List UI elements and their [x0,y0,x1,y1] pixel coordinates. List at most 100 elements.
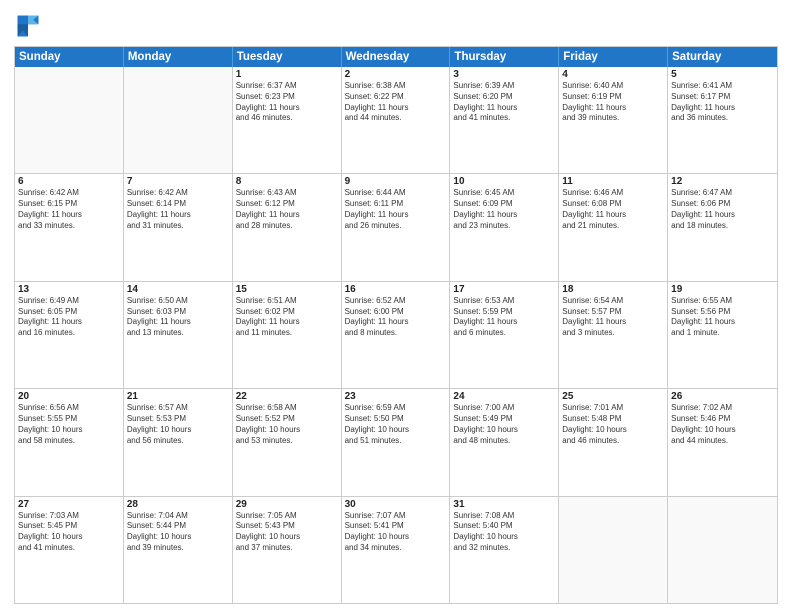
week-row-4: 20Sunrise: 6:56 AM Sunset: 5:55 PM Dayli… [15,388,777,495]
logo-icon [14,12,42,40]
day-cell-31: 31Sunrise: 7:08 AM Sunset: 5:40 PM Dayli… [450,497,559,603]
empty-cell [124,67,233,173]
day-cell-11: 11Sunrise: 6:46 AM Sunset: 6:08 PM Dayli… [559,174,668,280]
day-cell-27: 27Sunrise: 7:03 AM Sunset: 5:45 PM Dayli… [15,497,124,603]
day-number: 29 [236,499,338,510]
week-row-3: 13Sunrise: 6:49 AM Sunset: 6:05 PM Dayli… [15,281,777,388]
day-cell-2: 2Sunrise: 6:38 AM Sunset: 6:22 PM Daylig… [342,67,451,173]
empty-cell [668,497,777,603]
day-cell-8: 8Sunrise: 6:43 AM Sunset: 6:12 PM Daylig… [233,174,342,280]
day-cell-23: 23Sunrise: 6:59 AM Sunset: 5:50 PM Dayli… [342,389,451,495]
day-number: 19 [671,284,774,295]
day-cell-25: 25Sunrise: 7:01 AM Sunset: 5:48 PM Dayli… [559,389,668,495]
week-row-5: 27Sunrise: 7:03 AM Sunset: 5:45 PM Dayli… [15,496,777,603]
day-cell-10: 10Sunrise: 6:45 AM Sunset: 6:09 PM Dayli… [450,174,559,280]
day-cell-19: 19Sunrise: 6:55 AM Sunset: 5:56 PM Dayli… [668,282,777,388]
day-cell-21: 21Sunrise: 6:57 AM Sunset: 5:53 PM Dayli… [124,389,233,495]
day-info: Sunrise: 6:40 AM Sunset: 6:19 PM Dayligh… [562,81,664,124]
day-info: Sunrise: 6:41 AM Sunset: 6:17 PM Dayligh… [671,81,774,124]
day-number: 15 [236,284,338,295]
day-number: 6 [18,176,120,187]
day-cell-9: 9Sunrise: 6:44 AM Sunset: 6:11 PM Daylig… [342,174,451,280]
day-cell-28: 28Sunrise: 7:04 AM Sunset: 5:44 PM Dayli… [124,497,233,603]
empty-cell [15,67,124,173]
day-number: 26 [671,391,774,402]
day-info: Sunrise: 7:01 AM Sunset: 5:48 PM Dayligh… [562,403,664,446]
day-number: 18 [562,284,664,295]
day-info: Sunrise: 6:46 AM Sunset: 6:08 PM Dayligh… [562,188,664,231]
day-cell-16: 16Sunrise: 6:52 AM Sunset: 6:00 PM Dayli… [342,282,451,388]
day-info: Sunrise: 6:50 AM Sunset: 6:03 PM Dayligh… [127,296,229,339]
day-info: Sunrise: 7:02 AM Sunset: 5:46 PM Dayligh… [671,403,774,446]
day-cell-6: 6Sunrise: 6:42 AM Sunset: 6:15 PM Daylig… [15,174,124,280]
day-number: 1 [236,69,338,80]
header-day-monday: Monday [124,47,233,67]
calendar-body: 1Sunrise: 6:37 AM Sunset: 6:23 PM Daylig… [15,67,777,603]
header-day-tuesday: Tuesday [233,47,342,67]
week-row-2: 6Sunrise: 6:42 AM Sunset: 6:15 PM Daylig… [15,173,777,280]
day-number: 12 [671,176,774,187]
week-row-1: 1Sunrise: 6:37 AM Sunset: 6:23 PM Daylig… [15,67,777,173]
calendar-header: SundayMondayTuesdayWednesdayThursdayFrid… [15,47,777,67]
day-info: Sunrise: 6:58 AM Sunset: 5:52 PM Dayligh… [236,403,338,446]
day-info: Sunrise: 6:56 AM Sunset: 5:55 PM Dayligh… [18,403,120,446]
day-number: 2 [345,69,447,80]
day-cell-14: 14Sunrise: 6:50 AM Sunset: 6:03 PM Dayli… [124,282,233,388]
header-day-friday: Friday [559,47,668,67]
day-info: Sunrise: 6:57 AM Sunset: 5:53 PM Dayligh… [127,403,229,446]
day-number: 7 [127,176,229,187]
day-info: Sunrise: 7:04 AM Sunset: 5:44 PM Dayligh… [127,511,229,554]
day-info: Sunrise: 6:55 AM Sunset: 5:56 PM Dayligh… [671,296,774,339]
day-info: Sunrise: 6:45 AM Sunset: 6:09 PM Dayligh… [453,188,555,231]
day-info: Sunrise: 6:47 AM Sunset: 6:06 PM Dayligh… [671,188,774,231]
day-cell-12: 12Sunrise: 6:47 AM Sunset: 6:06 PM Dayli… [668,174,777,280]
day-info: Sunrise: 6:42 AM Sunset: 6:14 PM Dayligh… [127,188,229,231]
day-number: 27 [18,499,120,510]
day-cell-15: 15Sunrise: 6:51 AM Sunset: 6:02 PM Dayli… [233,282,342,388]
day-cell-1: 1Sunrise: 6:37 AM Sunset: 6:23 PM Daylig… [233,67,342,173]
day-cell-17: 17Sunrise: 6:53 AM Sunset: 5:59 PM Dayli… [450,282,559,388]
day-number: 13 [18,284,120,295]
day-number: 17 [453,284,555,295]
header-day-saturday: Saturday [668,47,777,67]
day-info: Sunrise: 6:44 AM Sunset: 6:11 PM Dayligh… [345,188,447,231]
day-number: 11 [562,176,664,187]
day-cell-13: 13Sunrise: 6:49 AM Sunset: 6:05 PM Dayli… [15,282,124,388]
day-number: 22 [236,391,338,402]
day-info: Sunrise: 6:38 AM Sunset: 6:22 PM Dayligh… [345,81,447,124]
day-info: Sunrise: 6:51 AM Sunset: 6:02 PM Dayligh… [236,296,338,339]
day-info: Sunrise: 7:03 AM Sunset: 5:45 PM Dayligh… [18,511,120,554]
day-number: 10 [453,176,555,187]
header-day-sunday: Sunday [15,47,124,67]
day-cell-5: 5Sunrise: 6:41 AM Sunset: 6:17 PM Daylig… [668,67,777,173]
day-cell-20: 20Sunrise: 6:56 AM Sunset: 5:55 PM Dayli… [15,389,124,495]
day-cell-24: 24Sunrise: 7:00 AM Sunset: 5:49 PM Dayli… [450,389,559,495]
day-number: 9 [345,176,447,187]
day-number: 25 [562,391,664,402]
day-number: 16 [345,284,447,295]
day-number: 24 [453,391,555,402]
header [14,12,778,40]
day-number: 23 [345,391,447,402]
day-info: Sunrise: 6:54 AM Sunset: 5:57 PM Dayligh… [562,296,664,339]
day-number: 14 [127,284,229,295]
day-number: 20 [18,391,120,402]
day-info: Sunrise: 6:52 AM Sunset: 6:00 PM Dayligh… [345,296,447,339]
header-day-thursday: Thursday [450,47,559,67]
day-cell-7: 7Sunrise: 6:42 AM Sunset: 6:14 PM Daylig… [124,174,233,280]
day-info: Sunrise: 7:07 AM Sunset: 5:41 PM Dayligh… [345,511,447,554]
day-cell-3: 3Sunrise: 6:39 AM Sunset: 6:20 PM Daylig… [450,67,559,173]
day-info: Sunrise: 6:42 AM Sunset: 6:15 PM Dayligh… [18,188,120,231]
day-info: Sunrise: 6:43 AM Sunset: 6:12 PM Dayligh… [236,188,338,231]
day-info: Sunrise: 6:53 AM Sunset: 5:59 PM Dayligh… [453,296,555,339]
day-info: Sunrise: 6:59 AM Sunset: 5:50 PM Dayligh… [345,403,447,446]
day-number: 5 [671,69,774,80]
day-number: 21 [127,391,229,402]
day-number: 3 [453,69,555,80]
day-cell-30: 30Sunrise: 7:07 AM Sunset: 5:41 PM Dayli… [342,497,451,603]
day-number: 8 [236,176,338,187]
day-number: 28 [127,499,229,510]
header-day-wednesday: Wednesday [342,47,451,67]
logo [14,12,46,40]
day-info: Sunrise: 7:08 AM Sunset: 5:40 PM Dayligh… [453,511,555,554]
